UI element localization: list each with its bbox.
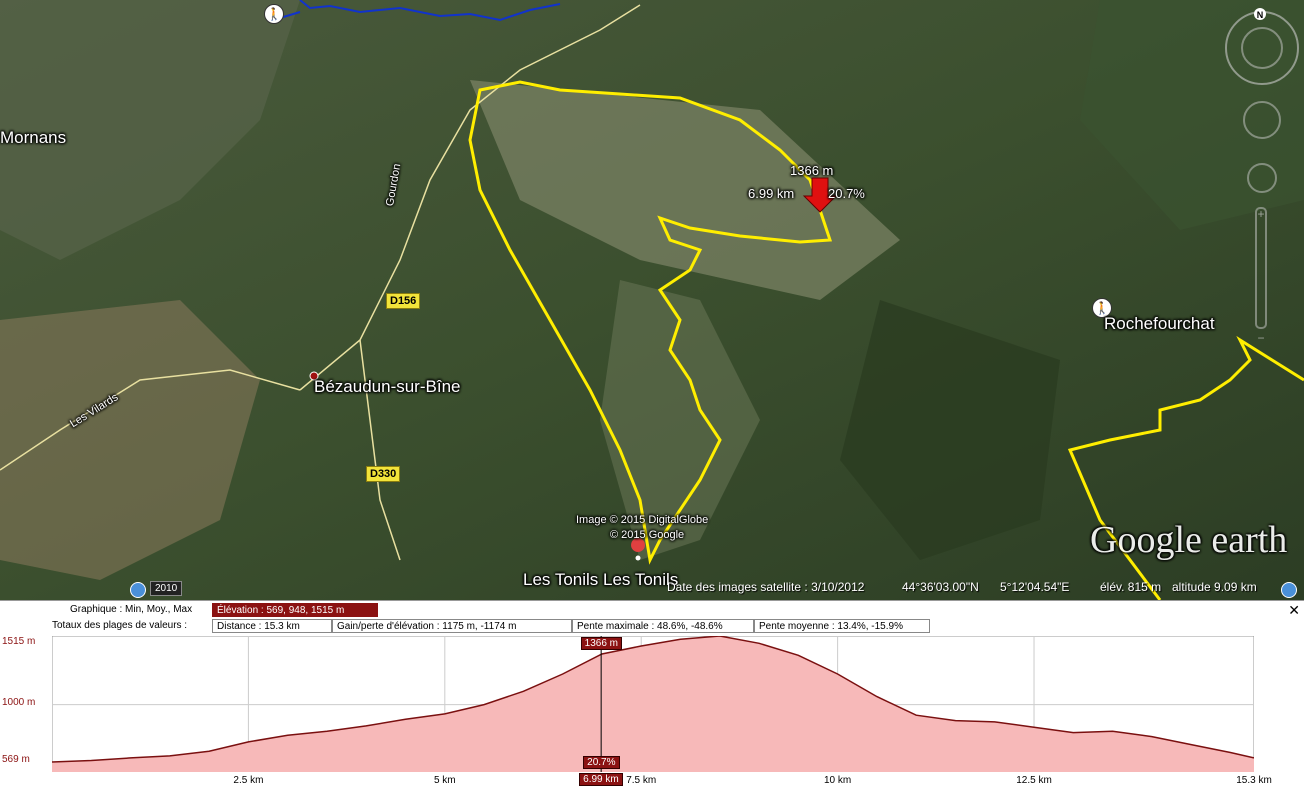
history-year[interactable]: 2010 xyxy=(150,581,183,596)
imagery-date: Date des images satellite : 3/10/2012 xyxy=(667,580,865,594)
max-slope[interactable]: Pente maximale : 48.6%, -48.6% xyxy=(572,619,754,633)
avg-slope[interactable]: Pente moyenne : 13.4%, -15.9% xyxy=(754,619,930,633)
google-earth-logo: Google earth xyxy=(1090,519,1288,561)
look-joystick[interactable] xyxy=(1243,101,1281,139)
graph-label: Graphique : Min, Moy., Max xyxy=(70,604,193,615)
place-mornans: Mornans xyxy=(0,128,67,147)
x-tick-label: 2.5 km xyxy=(233,775,264,786)
navigation-controls[interactable]: N + − xyxy=(1224,8,1302,348)
x-tick-label: 15.3 km xyxy=(1236,775,1272,786)
elevation-gain[interactable]: Gain/perte d'élévation : 1175 m, -1174 m xyxy=(332,619,572,633)
road-sign-d330: D330 xyxy=(366,466,401,482)
road-sign-d156: D156 xyxy=(386,293,421,309)
svg-text:−: − xyxy=(1257,331,1264,345)
chart-cursor-grade: 20.7% xyxy=(583,756,620,769)
place-tonils: Les Tonils Les Tonils xyxy=(523,570,679,589)
history-clock-icon[interactable] xyxy=(130,582,146,598)
y-tick-min: 569 m xyxy=(2,754,30,765)
eye-altitude: altitude 9.09 km xyxy=(1172,580,1257,594)
x-tick-label: 10 km xyxy=(823,775,852,786)
status-indicator-icon xyxy=(1281,582,1297,598)
imagery-copyright: Image © 2015 DigitalGlobe xyxy=(576,514,709,526)
hiker-icon[interactable]: 🚶 xyxy=(264,4,284,24)
zoom-slider[interactable] xyxy=(1255,207,1267,329)
map-view[interactable]: 🚶 🚶 Mornans Bézaudun-sur-Bîne Rochefourc… xyxy=(0,0,1304,600)
compass-ring[interactable] xyxy=(1225,11,1299,85)
y-tick-mid: 1000 m xyxy=(2,697,36,708)
x-tick-label: 7.5 km xyxy=(626,775,657,786)
google-copyright: © 2015 Google xyxy=(610,529,685,541)
move-joystick[interactable] xyxy=(1247,163,1277,193)
x-tick-label: 12.5 km xyxy=(1016,775,1052,786)
elevation-summary[interactable]: Élévation : 569, 948, 1515 m xyxy=(212,603,378,617)
cursor-elevation: 1366 m xyxy=(790,163,834,178)
totals-label: Totaux des plages de valeurs : xyxy=(52,620,188,631)
distance-total[interactable]: Distance : 15.3 km xyxy=(212,619,332,633)
place-bezaudun: Bézaudun-sur-Bîne xyxy=(314,377,461,396)
place-rochefourchat: Rochefourchat xyxy=(1104,314,1215,333)
compass-north: N xyxy=(1257,10,1264,20)
y-tick-max: 1515 m xyxy=(2,636,36,647)
svg-text:+: + xyxy=(1257,207,1264,221)
cursor-grade: 20.7% xyxy=(828,186,865,201)
x-tick-label: 5 km xyxy=(433,775,456,786)
chart-cursor-distance: 6.99 km xyxy=(579,773,623,786)
ground-elevation: élév. 815 m xyxy=(1100,580,1162,594)
chart-cursor-elevation: 1366 m xyxy=(580,637,622,650)
cursor-distance: 6.99 km xyxy=(748,186,795,201)
latitude: 44°36'03.00"N xyxy=(902,580,979,594)
close-icon[interactable]: ✕ xyxy=(1288,602,1300,619)
longitude: 5°12'04.54"E xyxy=(1000,580,1070,594)
elevation-chart[interactable] xyxy=(52,636,1254,772)
